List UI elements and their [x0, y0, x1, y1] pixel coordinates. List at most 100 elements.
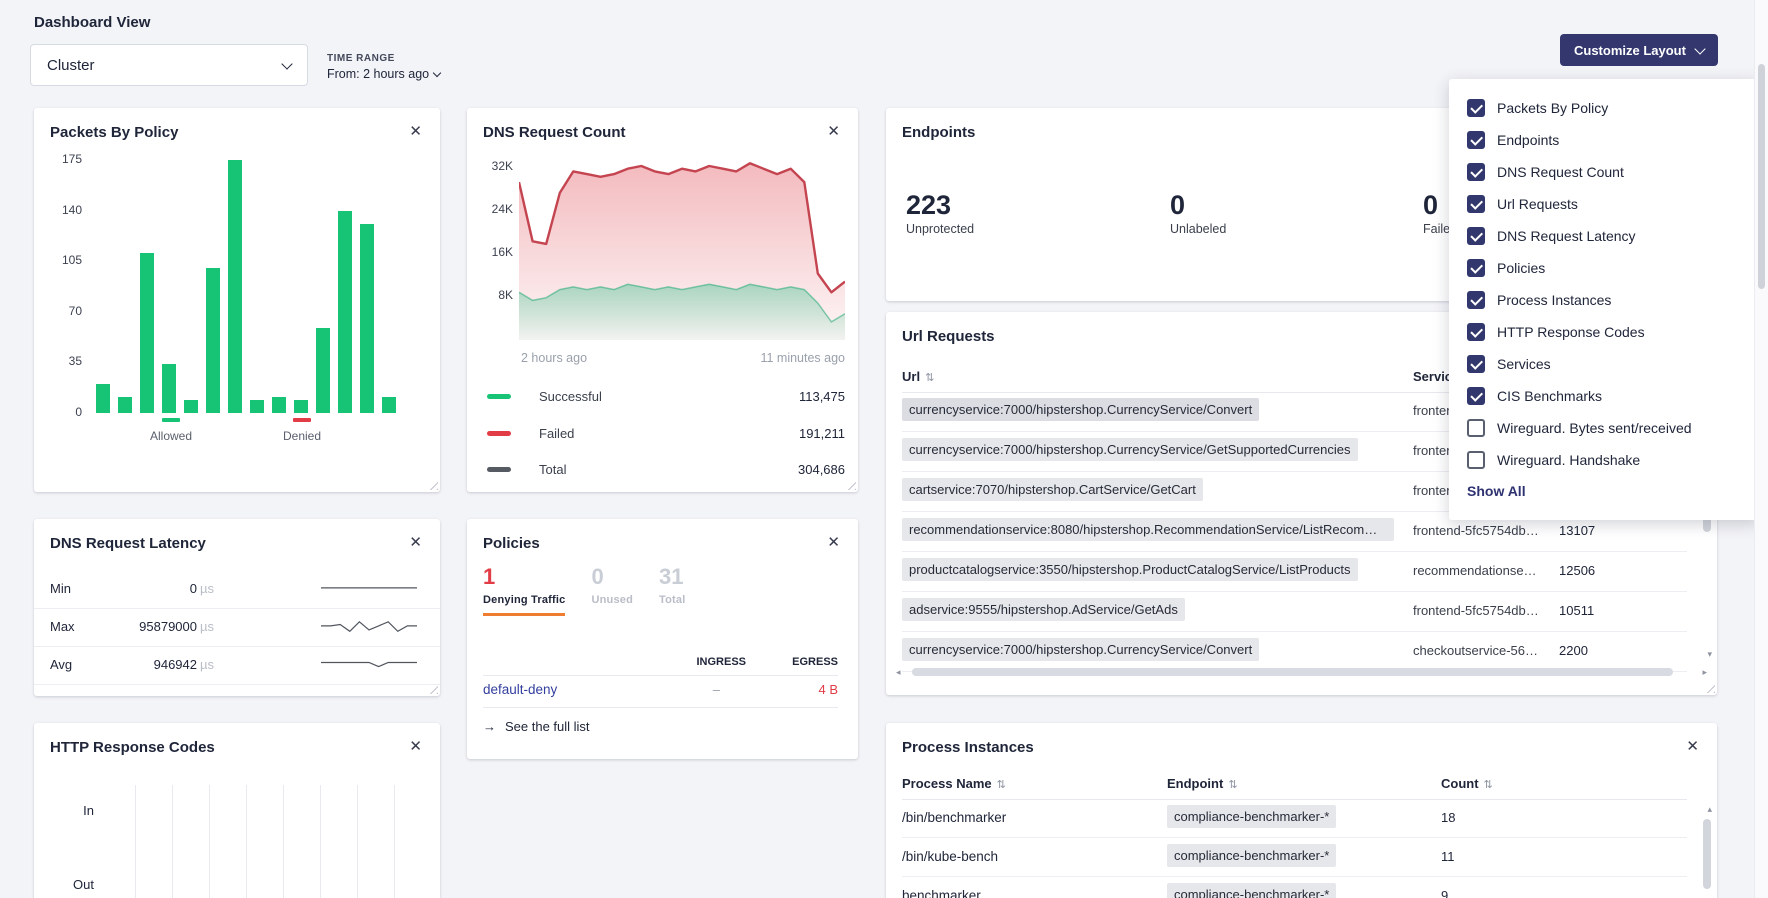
table-row[interactable]: /bin/kube-benchcompliance-benchmarker-*1…: [902, 838, 1687, 877]
close-icon[interactable]: ✕: [409, 535, 422, 550]
customize-layout-menu: Packets By PolicyEndpoints DNS Request Co…: [1449, 79, 1760, 520]
checkbox-checked-icon[interactable]: [1467, 195, 1485, 213]
scroll-left-arrow[interactable]: ◂: [896, 668, 901, 677]
gridline: [357, 785, 358, 898]
show-all-link[interactable]: Show All: [1467, 483, 1526, 499]
menu-item-process-instances[interactable]: Process Instances: [1467, 284, 1742, 316]
count-cell: 2200: [1559, 643, 1588, 658]
tab-value: 0: [591, 565, 633, 589]
see-full-list-link[interactable]: →See the full list: [483, 719, 590, 734]
checkbox-unchecked-icon[interactable]: [1467, 419, 1485, 437]
checkbox-checked-icon[interactable]: [1467, 291, 1485, 309]
latency-unit: µs: [200, 581, 214, 596]
checkbox-checked-icon[interactable]: [1467, 163, 1485, 181]
bar: [228, 160, 242, 413]
close-icon[interactable]: ✕: [827, 535, 840, 550]
policies-tab-denying-traffic[interactable]: 1Denying Traffic: [483, 565, 565, 616]
checkbox-checked-icon[interactable]: [1467, 355, 1485, 373]
close-icon[interactable]: ✕: [1686, 739, 1699, 754]
service-cell: checkoutservice-56…: [1413, 643, 1548, 658]
menu-item-url-requests[interactable]: Url Requests: [1467, 188, 1742, 220]
column-header-url[interactable]: Url⇅: [902, 369, 934, 384]
y-tick-label: 175: [34, 151, 82, 167]
page-scrollbar[interactable]: [1754, 0, 1768, 898]
menu-item-label: CIS Benchmarks: [1497, 388, 1602, 404]
count-cell: 10511: [1559, 603, 1594, 618]
menu-item-label: Policies: [1497, 260, 1545, 276]
policies-tab-unused[interactable]: 0Unused: [591, 565, 633, 616]
menu-item-dns-request-count[interactable]: DNS Request Count: [1467, 156, 1742, 188]
vertical-scrollbar[interactable]: [1703, 819, 1711, 889]
url-cell[interactable]: productcatalogservice:3550/hipstershop.P…: [902, 558, 1358, 581]
policy-row[interactable]: default-deny – 4 B: [483, 676, 838, 708]
endpoint-cell[interactable]: compliance-benchmarker-*: [1167, 805, 1336, 828]
column-header-endpoint[interactable]: Endpoint⇅: [1167, 776, 1238, 791]
y-tick-label: 70: [34, 303, 82, 319]
latency-stat-label: Min: [50, 581, 71, 596]
dns-request-count-card: DNS Request Count ✕ 32K24K16K8K2 hours a…: [467, 108, 858, 492]
chevron-down-icon: [433, 69, 441, 77]
legend-row-successful: Successful113,475: [487, 386, 845, 408]
table-row[interactable]: adservice:9555/hipstershop.AdService/Get…: [902, 592, 1687, 632]
arrow-right-icon: →: [483, 719, 496, 734]
policy-name-link[interactable]: default-deny: [483, 682, 557, 697]
url-cell[interactable]: currencyservice:7000/hipstershop.Currenc…: [902, 398, 1259, 421]
menu-item-cis-benchmarks[interactable]: CIS Benchmarks: [1467, 380, 1742, 412]
legend-color-swatch: [487, 394, 511, 399]
endpoint-cell[interactable]: compliance-benchmarker-*: [1167, 844, 1336, 867]
scroll-up-arrow[interactable]: ▴: [1707, 805, 1712, 814]
menu-item-packets-by-policy[interactable]: Packets By Policy: [1467, 92, 1742, 124]
horizontal-scroll-thumb[interactable]: [912, 668, 1673, 676]
menu-item-services[interactable]: Services: [1467, 348, 1742, 380]
checkbox-checked-icon[interactable]: [1467, 259, 1485, 277]
menu-item-endpoints[interactable]: Endpoints: [1467, 124, 1742, 156]
page-scrollbar-thumb[interactable]: [1758, 64, 1765, 289]
horizontal-scrollbar[interactable]: ◂ ▸: [896, 666, 1707, 679]
column-header-count[interactable]: Count⇅: [1441, 776, 1493, 791]
card-title: DNS Request Latency: [50, 535, 206, 552]
column-header-egress[interactable]: EGRESS: [792, 656, 838, 668]
time-range-selector[interactable]: From: 2 hours ago: [327, 67, 440, 81]
menu-item-http-response-codes[interactable]: HTTP Response Codes: [1467, 316, 1742, 348]
url-cell[interactable]: adservice:9555/hipstershop.AdService/Get…: [902, 598, 1185, 621]
sort-icon: ⇅: [1484, 779, 1493, 791]
gridline: [172, 785, 173, 898]
bar: [294, 400, 308, 413]
dashboard-page: Dashboard View Cluster TIME RANGE From: …: [0, 0, 1768, 898]
url-cell[interactable]: currencyservice:7000/hipstershop.Currenc…: [902, 438, 1358, 461]
menu-item-wireguard-bytes-sent-received[interactable]: Wireguard. Bytes sent/received: [1467, 412, 1742, 444]
time-range: TIME RANGE From: 2 hours ago: [327, 53, 440, 81]
sort-icon: ⇅: [925, 372, 934, 384]
endpoint-cell[interactable]: compliance-benchmarker-*: [1167, 883, 1336, 898]
proc-table-head: Process Name⇅ Endpoint⇅ Count⇅: [902, 771, 1687, 800]
table-row[interactable]: /bin/benchmarkercompliance-benchmarker-*…: [902, 799, 1687, 838]
menu-item-label: DNS Request Count: [1497, 164, 1624, 180]
column-header-ingress[interactable]: INGRESS: [696, 656, 746, 668]
resize-handle[interactable]: [1703, 681, 1715, 693]
url-cell[interactable]: currencyservice:7000/hipstershop.Currenc…: [902, 638, 1259, 661]
process-name-cell: benchmarker: [902, 888, 981, 898]
menu-item-policies[interactable]: Policies: [1467, 252, 1742, 284]
legend-label: Denied: [283, 429, 321, 443]
latency-sparkline: [321, 581, 417, 602]
checkbox-checked-icon[interactable]: [1467, 227, 1485, 245]
url-cell[interactable]: cartservice:7070/hipstershop.CartService…: [902, 478, 1203, 501]
scroll-down-arrow[interactable]: ▾: [1707, 650, 1712, 659]
table-row[interactable]: benchmarkercompliance-benchmarker-*9: [902, 877, 1687, 898]
axis-label-in: In: [42, 803, 94, 818]
scroll-right-arrow[interactable]: ▸: [1702, 668, 1707, 677]
customize-layout-button[interactable]: Customize Layout: [1560, 34, 1718, 66]
checkbox-checked-icon[interactable]: [1467, 387, 1485, 405]
table-row[interactable]: productcatalogservice:3550/hipstershop.P…: [902, 552, 1687, 592]
column-header-process-name[interactable]: Process Name⇅: [902, 776, 1006, 791]
view-selector-dropdown[interactable]: Cluster: [30, 44, 308, 86]
policies-tab-total[interactable]: 31Total: [659, 565, 685, 616]
checkbox-checked-icon[interactable]: [1467, 131, 1485, 149]
latency-row-avg: Avg946942µs: [34, 647, 440, 685]
checkbox-unchecked-icon[interactable]: [1467, 451, 1485, 469]
checkbox-checked-icon[interactable]: [1467, 323, 1485, 341]
menu-item-dns-request-latency[interactable]: DNS Request Latency: [1467, 220, 1742, 252]
checkbox-checked-icon[interactable]: [1467, 99, 1485, 117]
url-cell[interactable]: recommendationservice:8080/hipstershop.R…: [902, 518, 1394, 541]
menu-item-wireguard-handshake[interactable]: Wireguard. Handshake: [1467, 444, 1742, 476]
